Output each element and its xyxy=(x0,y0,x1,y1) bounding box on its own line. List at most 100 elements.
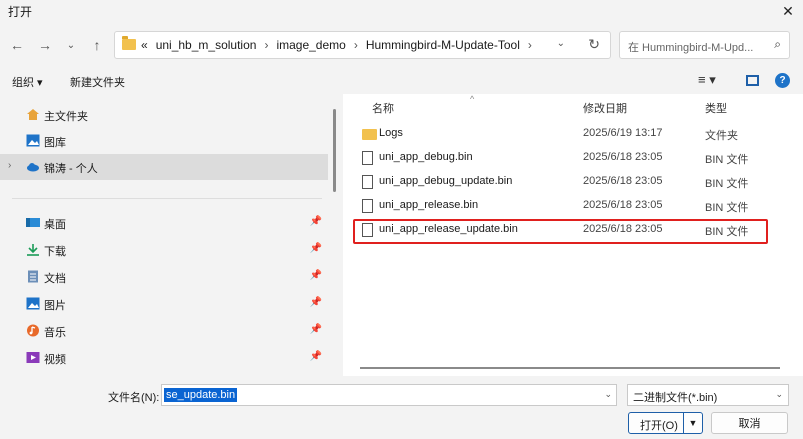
breadcrumb-item[interactable]: uni_hb_m_solution xyxy=(156,38,257,52)
file-type-value: 二进制文件(*.bin) xyxy=(633,392,718,404)
sidebar-item-gallery[interactable]: 图库 xyxy=(0,128,328,154)
music-icon xyxy=(26,324,40,337)
sidebar-item-home[interactable]: 主文件夹 xyxy=(0,102,328,128)
sidebar-item-label: 锦涛 - 个人 xyxy=(44,163,98,175)
sidebar-item-music[interactable]: 音乐 📌 xyxy=(0,318,328,344)
file-type: BIN 文件 xyxy=(705,202,749,214)
sidebar-item-label: 图片 xyxy=(44,300,66,312)
column-header-date[interactable]: 修改日期 xyxy=(583,100,627,116)
file-date: 2025/6/18 23:05 xyxy=(583,199,663,211)
file-icon xyxy=(362,151,373,165)
search-input[interactable]: 在 Hummingbird-M-Upd... ⌕ xyxy=(619,31,790,59)
chevron-right-icon[interactable]: › xyxy=(264,38,268,52)
view-options-icon[interactable]: ≡ ▾ xyxy=(698,72,716,88)
sidebar-item-label: 主文件夹 xyxy=(44,111,88,123)
desktop-icon xyxy=(26,216,40,229)
sidebar-item-pictures[interactable]: 图片 📌 xyxy=(0,291,328,317)
pin-icon[interactable]: 📌 xyxy=(310,270,322,281)
column-header-name[interactable]: 名称 xyxy=(372,100,394,116)
navigation-pane: 主文件夹 图库 › 锦涛 - 个人 桌面 📌 下载 📌 文档 📌 图片 📌 音乐… xyxy=(0,94,333,376)
file-row[interactable]: uni_app_release.bin 2025/6/18 23:05 BIN … xyxy=(353,194,773,218)
address-dropdown-icon[interactable]: ⌄ xyxy=(557,38,565,49)
column-header-type[interactable]: 类型 xyxy=(705,100,727,116)
toolbar: 组织 ▾ 新建文件夹 ≡ ▾ ? xyxy=(0,68,803,94)
pin-icon[interactable]: 📌 xyxy=(310,351,322,362)
file-date: 2025/6/19 13:17 xyxy=(583,127,663,139)
up-icon[interactable]: ↑ xyxy=(88,36,106,54)
file-date: 2025/6/18 23:05 xyxy=(583,151,663,163)
sidebar-item-label: 视频 xyxy=(44,354,66,366)
breadcrumb-item[interactable]: image_demo xyxy=(276,38,345,52)
file-name: uni_app_release.bin xyxy=(379,199,479,211)
sidebar-item-label: 桌面 xyxy=(44,219,66,231)
sort-ascending-icon: ^ xyxy=(470,94,475,104)
refresh-icon[interactable]: ↻ xyxy=(588,36,600,53)
file-type: BIN 文件 xyxy=(705,154,749,166)
sidebar-scrollbar[interactable] xyxy=(333,109,336,192)
chevron-right-icon[interactable]: › xyxy=(528,38,532,52)
sidebar-item-label: 图库 xyxy=(44,137,66,149)
new-folder-button[interactable]: 新建文件夹 xyxy=(70,74,125,90)
chevron-down-icon[interactable]: ⌄ xyxy=(604,389,612,400)
search-placeholder: 在 Hummingbird-M-Upd... xyxy=(628,42,754,54)
filename-value[interactable]: se_update.bin xyxy=(164,388,238,402)
filename-label: 文件名(N): xyxy=(108,392,160,404)
pin-icon[interactable]: 📌 xyxy=(310,243,322,254)
sidebar-item-downloads[interactable]: 下载 📌 xyxy=(0,237,328,263)
file-row[interactable]: Logs 2025/6/19 13:17 文件夹 xyxy=(353,122,773,146)
folder-icon xyxy=(122,36,136,50)
file-date: 2025/6/18 23:05 xyxy=(583,175,663,187)
sidebar-item-label: 音乐 xyxy=(44,327,66,339)
open-button[interactable]: 打开(O) ▼ xyxy=(628,412,703,434)
home-icon xyxy=(26,108,40,121)
file-type: BIN 文件 xyxy=(705,178,749,190)
pin-icon[interactable]: 📌 xyxy=(310,324,322,335)
search-icon[interactable]: ⌕ xyxy=(774,37,781,52)
chevron-right-icon[interactable]: › xyxy=(354,38,358,52)
file-name: uni_app_debug.bin xyxy=(379,151,473,163)
breadcrumb-item[interactable]: Hummingbird-M-Update-Tool xyxy=(366,38,520,52)
gallery-icon xyxy=(26,134,40,147)
close-icon[interactable]: ✕ xyxy=(773,0,803,22)
sidebar-item-desktop[interactable]: 桌面 📌 xyxy=(0,210,328,236)
video-icon xyxy=(26,351,40,364)
sidebar-item-videos[interactable]: 视频 📌 xyxy=(0,345,328,371)
window-title: 打开 xyxy=(8,5,33,19)
pictures-icon xyxy=(26,297,40,310)
sidebar-item-documents[interactable]: 文档 📌 xyxy=(0,264,328,290)
highlight-box xyxy=(353,219,768,244)
breadcrumb: « uni_hb_m_solution › image_demo › Hummi… xyxy=(141,38,532,52)
forward-icon[interactable]: → xyxy=(36,36,54,54)
pin-icon[interactable]: 📌 xyxy=(310,216,322,227)
file-icon xyxy=(362,175,373,189)
navigation-bar: ← → ⌄ ↑ « uni_hb_m_solution › image_demo… xyxy=(0,22,803,68)
preview-pane-icon[interactable] xyxy=(746,75,759,86)
back-icon[interactable]: ← xyxy=(8,36,26,54)
file-row[interactable]: uni_app_debug_update.bin 2025/6/18 23:05… xyxy=(353,170,773,194)
help-icon[interactable]: ? xyxy=(775,73,790,88)
dialog-footer: 文件名(N): se_update.bin ⌄ 二进制文件(*.bin) ⌄ 打… xyxy=(0,376,803,439)
breadcrumb-overflow[interactable]: « xyxy=(141,38,148,52)
file-name: Logs xyxy=(379,127,403,139)
chevron-right-icon[interactable]: › xyxy=(8,160,11,171)
chevron-down-icon[interactable]: ⌄ xyxy=(775,389,783,400)
address-bar[interactable]: « uni_hb_m_solution › image_demo › Hummi… xyxy=(114,31,611,59)
file-list-scrollbar[interactable] xyxy=(360,367,780,369)
pin-icon[interactable]: 📌 xyxy=(310,297,322,308)
title-bar: 打开 ✕ xyxy=(0,0,803,22)
organize-button[interactable]: 组织 ▾ xyxy=(12,74,43,90)
open-dropdown-icon[interactable]: ▼ xyxy=(683,413,702,433)
file-type-select[interactable]: 二进制文件(*.bin) ⌄ xyxy=(627,384,789,406)
recent-locations-icon[interactable]: ⌄ xyxy=(62,36,80,54)
cancel-button[interactable]: 取消 xyxy=(711,412,788,434)
filename-input[interactable]: se_update.bin ⌄ xyxy=(161,384,617,406)
sidebar-item-personal-cloud[interactable]: › 锦涛 - 个人 xyxy=(0,154,328,180)
cloud-icon xyxy=(26,160,40,173)
file-icon xyxy=(362,199,373,213)
file-row[interactable]: uni_app_debug.bin 2025/6/18 23:05 BIN 文件 xyxy=(353,146,773,170)
sidebar-divider xyxy=(12,198,322,199)
document-icon xyxy=(26,270,40,283)
file-name: uni_app_debug_update.bin xyxy=(379,175,513,187)
sidebar-item-label: 文档 xyxy=(44,273,66,285)
download-icon xyxy=(26,243,40,256)
